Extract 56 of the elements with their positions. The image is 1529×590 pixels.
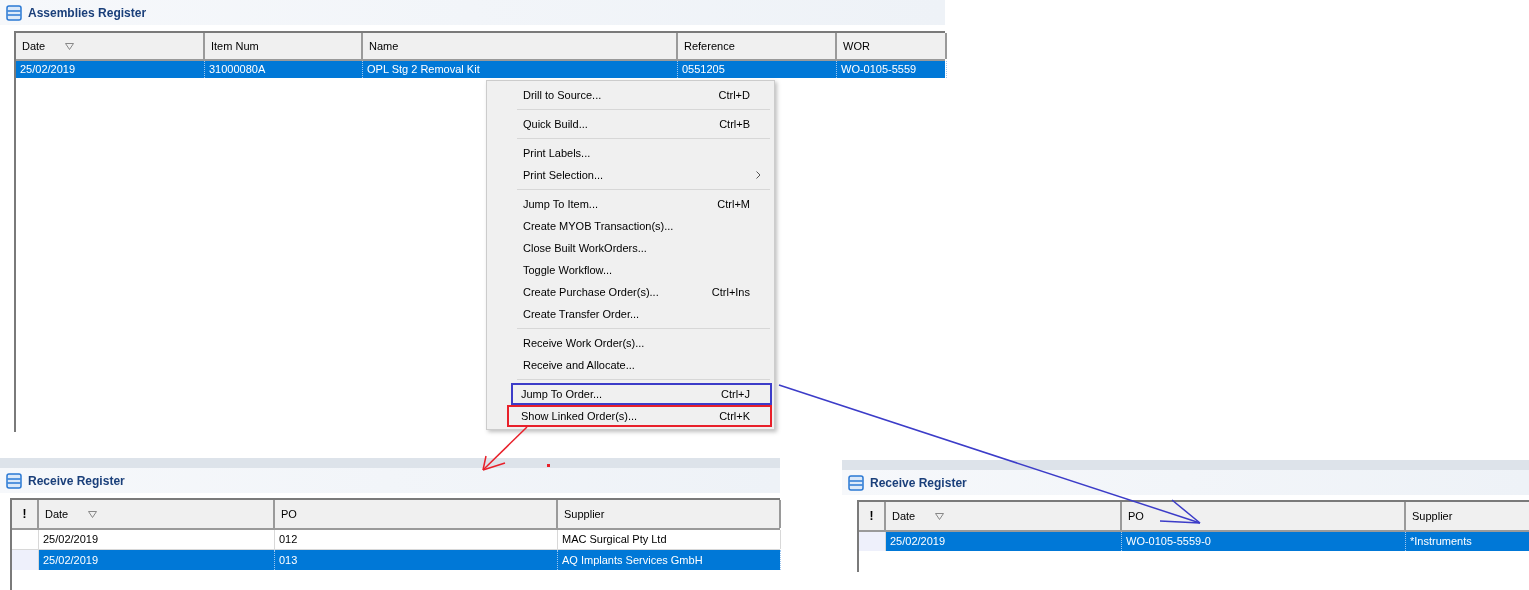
annotation-arrow <box>482 426 528 471</box>
menu-item[interactable]: Show Linked Order(s)... Ctrl+K <box>507 405 772 427</box>
column-header[interactable]: Reference <box>678 33 837 59</box>
menu-item[interactable]: Receive Work Order(s)... <box>487 332 772 354</box>
menu-item[interactable]: Print Labels... <box>487 142 772 164</box>
menu-item[interactable]: Close Built WorkOrders... <box>487 237 772 259</box>
column-header[interactable]: Item Num <box>205 33 363 59</box>
table-cell: WO-0105-5559-0 <box>1122 532 1406 551</box>
chevron-icon <box>756 171 761 179</box>
table-cell: 25/02/2019 <box>39 550 275 570</box>
table-cell: *Instruments <box>1406 532 1529 551</box>
table-row[interactable]: 25/02/2019 012 MAC Surgical Pty Ltd <box>12 530 780 550</box>
register-icon <box>848 474 864 491</box>
table-row[interactable]: 25/02/2019 31000080A OPL Stg 2 Removal Kit 0551205 WO-0105-5559 <box>16 61 945 78</box>
menu-item[interactable]: Toggle Workflow... <box>487 259 772 281</box>
column-header[interactable]: Supplier <box>1406 502 1529 530</box>
menu-item[interactable]: Quick Build... Ctrl+B <box>487 113 772 135</box>
menu-item[interactable]: Jump To Order... Ctrl+J <box>511 383 772 405</box>
column-header[interactable]: Supplier <box>558 500 781 528</box>
table-cell: 25/02/2019 <box>39 530 275 549</box>
menu-item[interactable]: Print Selection... <box>487 164 772 186</box>
column-header[interactable]: ! <box>859 502 886 530</box>
register-icon <box>6 4 22 21</box>
table-cell: AQ Implants Services GmbH <box>558 550 781 570</box>
menu-item[interactable]: Create Purchase Order(s)... Ctrl+Ins <box>487 281 772 303</box>
window-title: Assemblies Register <box>28 4 147 22</box>
sort-icon <box>65 42 75 50</box>
column-header[interactable]: PO <box>1122 502 1406 530</box>
column-header[interactable]: Name <box>363 33 678 59</box>
table-cell: OPL Stg 2 Removal Kit <box>363 61 678 78</box>
table-row[interactable]: 25/02/2019 WO-0105-5559-0 *Instruments <box>859 532 1529 551</box>
table-cell: 012 <box>275 530 558 549</box>
column-header[interactable]: PO <box>275 500 558 528</box>
menu-item[interactable]: Create MYOB Transaction(s)... <box>487 215 772 237</box>
table-cell: WO-0105-5559 <box>837 61 947 78</box>
table-cell: 25/02/2019 <box>16 61 205 78</box>
column-header[interactable]: WOR <box>837 33 947 59</box>
table-cell: 0551205 <box>678 61 837 78</box>
menu-item[interactable]: Create Transfer Order... <box>487 303 772 325</box>
window-title: Receive Register <box>28 472 125 490</box>
window-title: Receive Register <box>870 474 967 492</box>
table-row[interactable]: 25/02/2019 013 AQ Implants Services GmbH <box>12 550 780 570</box>
table-cell: MAC Surgical Pty Ltd <box>558 530 781 549</box>
sort-icon <box>935 512 945 520</box>
menu-item[interactable]: Drill to Source... Ctrl+D <box>487 84 772 106</box>
column-header[interactable]: ! <box>12 500 39 528</box>
column-header[interactable]: Date <box>39 500 275 528</box>
menu-item[interactable]: Jump To Item... Ctrl+M <box>487 193 772 215</box>
column-header[interactable]: Date <box>886 502 1122 530</box>
table-cell: 31000080A <box>205 61 363 78</box>
column-header[interactable]: Date <box>16 33 205 59</box>
table-cell: 25/02/2019 <box>886 532 1122 551</box>
menu-item[interactable]: Receive and Allocate... <box>487 354 772 376</box>
table-cell: 013 <box>275 550 558 570</box>
sort-icon <box>88 510 98 518</box>
register-icon <box>6 472 22 489</box>
